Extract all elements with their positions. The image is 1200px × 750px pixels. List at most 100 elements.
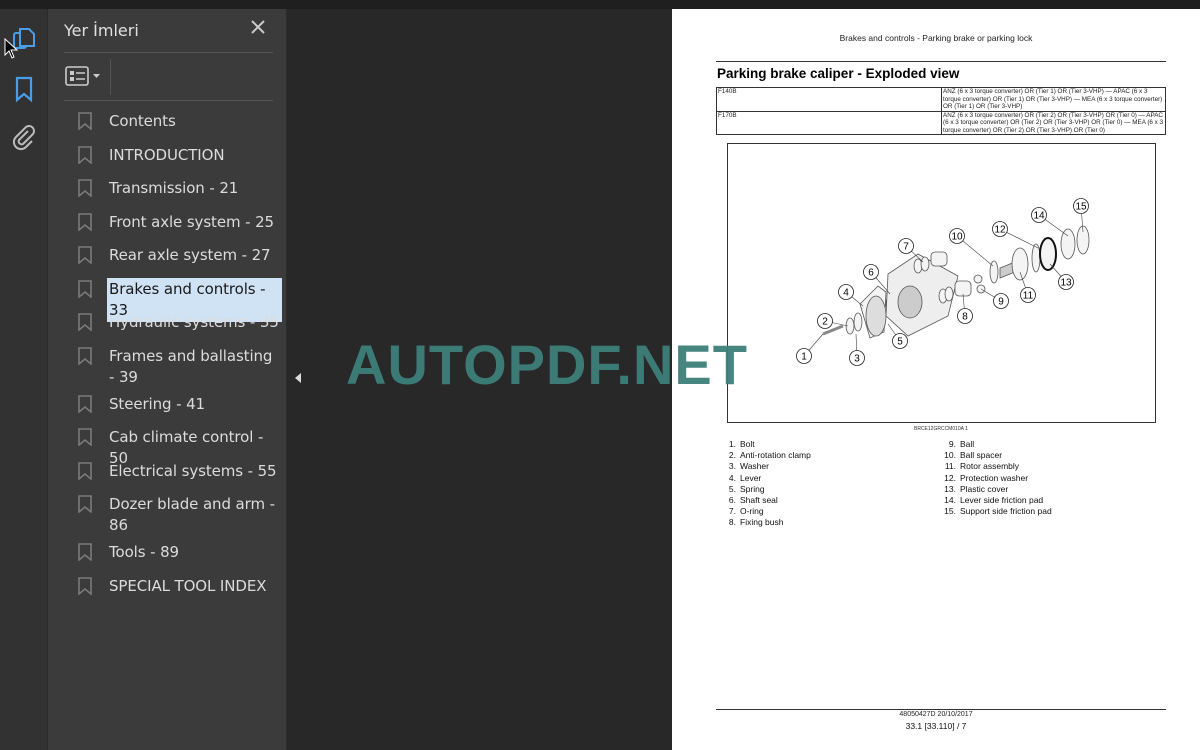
bookmark-item[interactable]: Hydraulic systems - 35 <box>78 311 282 334</box>
attachment-icon[interactable] <box>10 123 38 151</box>
callout-number: 2 <box>822 317 828 328</box>
legend-label: Lever <box>740 472 762 483</box>
bookmark-label: Dozer blade and arm - 86 <box>109 495 275 534</box>
callout-number: 15 <box>1075 202 1087 213</box>
bookmarks-panel: Yer İmleri Contents INTRODUCTION Transmiss… <box>48 9 287 750</box>
panel-title: Yer İmleri <box>64 21 139 40</box>
bookmark-icon <box>78 577 92 595</box>
page-header: Brakes and controls - Parking brake or p… <box>839 33 1033 43</box>
legend-item: 4. Lever <box>724 473 811 484</box>
close-icon[interactable] <box>248 17 268 37</box>
bookmark-icon <box>78 543 92 561</box>
legend-item: 1. Bolt <box>724 439 811 450</box>
bookmark-label: Contents <box>109 112 176 130</box>
bookmark-icon <box>78 280 92 298</box>
legend-label: Anti-rotation clamp <box>740 450 811 461</box>
legend-item: 13. Plastic cover <box>944 484 1052 495</box>
legend-item: 3. Washer <box>724 461 811 472</box>
callout-number: 6 <box>868 268 874 279</box>
bookmark-label: Electrical systems - 55 <box>109 462 277 480</box>
bookmark-item[interactable]: Rear axle system - 27 <box>78 244 282 267</box>
legend-item: 10. Ball spacer <box>944 450 1052 461</box>
table-cell: F170B <box>716 110 942 135</box>
legend-label: Protection washer <box>960 472 1029 483</box>
bookmark-label: Frames and ballasting - 39 <box>109 347 273 386</box>
applicability-table: F140B ANZ (6 x 3 torque converter) OR (Ti… <box>716 87 1166 135</box>
divider <box>716 709 1166 710</box>
bookmark-icon[interactable] <box>10 75 38 103</box>
bookmark-icon <box>78 495 92 513</box>
callout-number: 14 <box>1033 211 1045 222</box>
legend-item: 7. O-ring <box>724 506 811 517</box>
bookmark-item[interactable]: Front axle system - 25 <box>78 211 282 234</box>
bookmark-label: Transmission - 21 <box>109 179 239 197</box>
legend-item: 11. Rotor assembly <box>944 461 1052 472</box>
bookmark-icon <box>78 347 92 365</box>
bookmark-item[interactable]: Electrical systems - 55 <box>78 460 282 483</box>
legend-label: Rotor assembly <box>960 461 1020 472</box>
bookmark-item[interactable]: INTRODUCTION <box>78 144 282 167</box>
figure-id: BRCE12GRCCM010A 1 <box>914 426 968 432</box>
legend-label: Fixing bush <box>740 517 784 528</box>
legend-label: O-ring <box>740 506 764 517</box>
bookmark-options-button[interactable] <box>64 65 104 87</box>
legend-number: 3. <box>728 461 736 472</box>
bookmark-item[interactable]: Steering - 41 <box>78 393 282 416</box>
callout-number: 7 <box>903 242 909 253</box>
legend-number: 8. <box>728 517 736 528</box>
legend-item: 5. Spring <box>724 484 811 495</box>
callout-number: 12 <box>994 225 1006 236</box>
legend-number: 1. <box>728 439 736 449</box>
footer-page: 33.1 [33.110] / 7 <box>905 721 967 731</box>
legend-label: Plastic cover <box>960 483 1009 494</box>
bookmark-item[interactable]: Transmission - 21 <box>78 177 282 200</box>
legend-number: 6. <box>728 495 736 506</box>
legend-number: 7. <box>728 506 736 517</box>
pdf-page: Brakes and controls - Parking brake or p… <box>672 9 1200 750</box>
legend-number: 5. <box>728 483 736 494</box>
bookmark-item[interactable]: Frames and ballasting - 39 <box>78 345 282 389</box>
callout-number: 1 <box>801 352 807 363</box>
left-toolbar <box>0 9 48 750</box>
bookmark-item[interactable]: SPECIAL TOOL INDEX <box>78 575 282 598</box>
window-top-strip <box>0 0 1200 9</box>
legend-right: 9. Ball 10. Ball spacer 11. Rotor assembly 12.… <box>944 439 1052 517</box>
legend-item: 6. Shaft seal <box>724 495 811 506</box>
legend-item: 9. Ball <box>944 439 1052 450</box>
bookmark-item[interactable]: Contents <box>78 110 282 133</box>
callout-number: 4 <box>843 288 849 299</box>
legend-label: Washer <box>740 461 769 472</box>
callout-number: 10 <box>951 232 963 243</box>
callout-number: 13 <box>1060 278 1072 289</box>
bookmark-icon <box>78 146 92 164</box>
callout-number: 8 <box>962 312 968 323</box>
exploded-view-diagram: 1 2 3 4 5 6 7 8 9 10 11 12 13 14 15 <box>727 143 1156 423</box>
legend-item: 8. Fixing bush <box>724 517 811 528</box>
legend-number: 12. <box>944 472 956 483</box>
bookmark-item[interactable]: Dozer blade and arm - 86 <box>78 493 282 537</box>
legend-number: 10. <box>944 450 956 461</box>
bookmark-label: Front axle system - 25 <box>109 213 275 231</box>
legend-label: Ball <box>960 439 975 449</box>
bookmark-label: Rear axle system - 27 <box>109 246 271 264</box>
legend-label: Ball spacer <box>960 450 1003 461</box>
legend-label: Bolt <box>740 439 755 449</box>
divider <box>716 61 1166 62</box>
bookmark-label: Steering - 41 <box>109 395 205 413</box>
watermark: AUTOPDF.NET <box>346 333 748 396</box>
footer-code: 48050427D 20/10/2017 <box>899 711 973 718</box>
bookmark-item[interactable]: Tools - 89 <box>78 541 282 564</box>
table-cell: ANZ (6 x 3 torque converter) OR (Tier 1)… <box>941 87 1166 112</box>
bookmark-icon <box>78 313 92 331</box>
legend-left: 1. Bolt 2. Anti-rotation clamp 3. Washer 4. Lev… <box>724 439 811 529</box>
legend-item: 15. Support side friction pad <box>944 506 1052 517</box>
legend-item: 2. Anti-rotation clamp <box>724 450 811 461</box>
divider <box>64 52 273 53</box>
divider <box>64 100 273 101</box>
bookmark-icon <box>78 395 92 413</box>
legend-number: 14. <box>944 495 956 506</box>
collapse-panel-icon[interactable] <box>292 370 304 386</box>
table-row: F170B ANZ (6 x 3 torque converter) OR (Ti… <box>716 110 1166 135</box>
legend-number: 2. <box>728 450 736 461</box>
callout-number: 3 <box>854 354 860 365</box>
